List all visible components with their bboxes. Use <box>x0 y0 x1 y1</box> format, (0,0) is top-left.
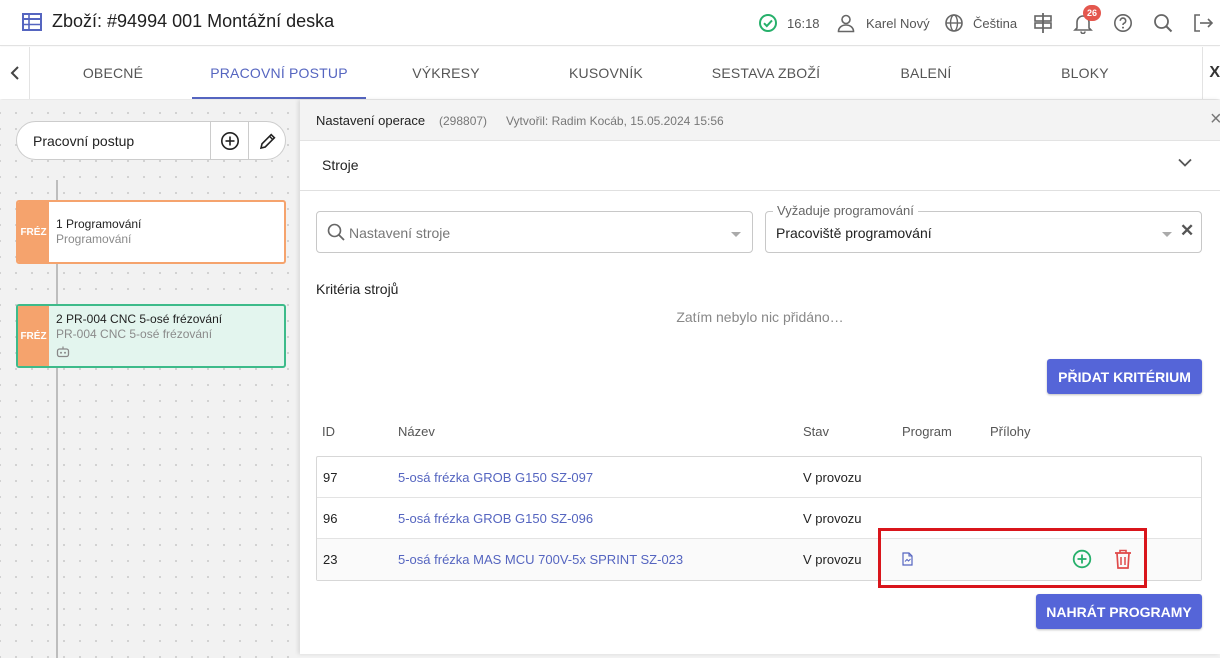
chevron-left-icon <box>10 66 19 80</box>
close-panel-button[interactable]: × <box>1210 108 1220 131</box>
workflow-pane: Pracovní postup FRÉZ 1 Programování Prog… <box>0 100 296 658</box>
panel-header: Nastavení operace (298807) Vytvořil: Rad… <box>300 100 1220 141</box>
check-circle-icon <box>759 14 777 32</box>
logout-button[interactable] <box>1192 12 1214 34</box>
tab-blocks[interactable]: BLOKY <box>1050 47 1120 99</box>
table-row[interactable]: 97 5-osá frézka GROB G150 SZ-097 V provo… <box>317 457 1201 498</box>
tab-drawings[interactable]: VÝKRESY <box>400 47 492 99</box>
cell-status: V provozu <box>803 511 862 526</box>
notification-badge: 26 <box>1083 5 1101 21</box>
machine-setting-select[interactable]: Nastavení stroje <box>316 211 753 253</box>
plus-circle-icon <box>220 131 239 150</box>
panel-id: (298807) <box>439 114 488 128</box>
operation-title: 2 PR-004 CNC 5-osé frézování <box>56 312 223 326</box>
user-name: Karel Nový <box>866 15 930 31</box>
operation-badge: FRÉZ <box>18 306 49 366</box>
table-icon <box>22 13 42 31</box>
search-icon <box>1154 14 1173 33</box>
edit-workflow-button[interactable] <box>248 122 285 159</box>
column-header-attachments: Přílohy <box>990 424 1031 439</box>
tab-bom[interactable]: KUSOVNÍK <box>556 47 656 99</box>
status-time: 16:18 <box>758 12 820 34</box>
operation-subtitle: Programování <box>56 232 132 246</box>
logout-icon <box>1194 14 1214 32</box>
machine-link[interactable]: 5-osá frézka GROB G150 SZ-096 <box>398 511 593 526</box>
column-header-name: Název <box>398 424 435 439</box>
clear-icon[interactable]: ✕ <box>1180 221 1194 241</box>
tab-workflow[interactable]: PRACOVNÍ POSTUP <box>192 47 366 99</box>
dropdown-caret-icon <box>1162 232 1172 237</box>
machines-section-header[interactable]: Stroje <box>300 141 1220 191</box>
cell-id: 97 <box>323 470 338 485</box>
cell-id: 23 <box>323 552 338 567</box>
machine-setting-placeholder: Nastavení stroje <box>349 225 451 241</box>
clock-time: 16:18 <box>787 15 820 31</box>
robot-icon <box>56 346 70 358</box>
add-workflow-button[interactable] <box>210 122 248 159</box>
panel-title: Nastavení operace <box>316 113 426 128</box>
add-criterion-button[interactable]: PŘIDAT KRITÉRIUM <box>1047 359 1202 394</box>
tab-scroll-right[interactable]: X <box>1202 47 1220 99</box>
column-header-id: ID <box>322 424 335 439</box>
operation-card[interactable]: FRÉZ 1 Programování Programování <box>16 200 286 264</box>
language-label: Čeština <box>973 15 1018 31</box>
operation-card[interactable]: FRÉZ 2 PR-004 CNC 5-osé frézování PR-004… <box>16 304 286 368</box>
panel-created-info: Vytvořil: Radim Kocáb, 15.05.2024 15:56 <box>506 114 724 128</box>
tab-general[interactable]: OBECNÉ <box>72 47 154 99</box>
column-header-program: Program <box>902 424 952 439</box>
criteria-title: Kritéria strojů <box>316 281 399 297</box>
cell-status: V provozu <box>803 470 862 485</box>
workplace-label: Vyžaduje programování <box>773 203 918 218</box>
operation-subtitle: PR-004 CNC 5-osé frézování <box>56 327 213 341</box>
tab-assembly[interactable]: SESTAVA ZBOŽÍ <box>700 47 832 99</box>
dropdown-caret-icon <box>731 232 741 237</box>
workflow-title[interactable]: Pracovní postup <box>33 133 134 149</box>
search-icon <box>327 223 345 241</box>
search-button[interactable] <box>1153 12 1173 34</box>
page-title: Zboží: #94994 001 Montážní deska <box>52 11 335 31</box>
operation-badge: FRÉZ <box>18 202 49 262</box>
help-button[interactable] <box>1113 12 1133 34</box>
programming-workplace-select[interactable]: Vyžaduje programování Pracoviště program… <box>765 203 1202 253</box>
chevron-down-icon <box>1178 158 1192 167</box>
tab-bar: OBECNÉ PRACOVNÍ POSTUP VÝKRESY KUSOVNÍK … <box>0 47 1220 99</box>
tab-packaging[interactable]: BALENÍ <box>888 47 964 99</box>
machine-link[interactable]: 5-osá frézka MAS MCU 700V-5x SPRINT SZ-0… <box>398 552 683 567</box>
signpost-icon <box>1034 13 1052 33</box>
globe-icon <box>945 14 963 32</box>
workflow-selector: Pracovní postup <box>16 121 286 160</box>
cell-id: 96 <box>323 511 338 526</box>
workplace-value: Pracoviště programování <box>776 225 932 241</box>
help-icon <box>1114 14 1132 32</box>
highlight-box <box>878 528 1147 588</box>
upload-programs-button[interactable]: NAHRÁT PROGRAMY <box>1036 594 1202 629</box>
section-title: Stroje <box>322 157 359 173</box>
operation-title: 1 Programování <box>56 217 142 231</box>
pencil-icon <box>259 132 276 149</box>
cell-status: V provozu <box>803 552 862 567</box>
tab-scroll-left[interactable] <box>0 47 30 99</box>
top-bar: Zboží: #94994 001 Montážní deska 16:18 K… <box>0 0 1220 46</box>
machine-link[interactable]: 5-osá frézka GROB G150 SZ-097 <box>398 470 593 485</box>
notifications-button[interactable]: 26 <box>1073 5 1101 34</box>
language-menu[interactable]: Čeština <box>944 12 1017 34</box>
user-menu[interactable]: Karel Nový <box>836 12 930 34</box>
signpost-button[interactable] <box>1033 12 1053 34</box>
column-header-status: Stav <box>803 424 830 439</box>
user-icon <box>837 14 855 33</box>
criteria-empty-state: Zatím nebylo nic přidáno… <box>676 309 844 325</box>
